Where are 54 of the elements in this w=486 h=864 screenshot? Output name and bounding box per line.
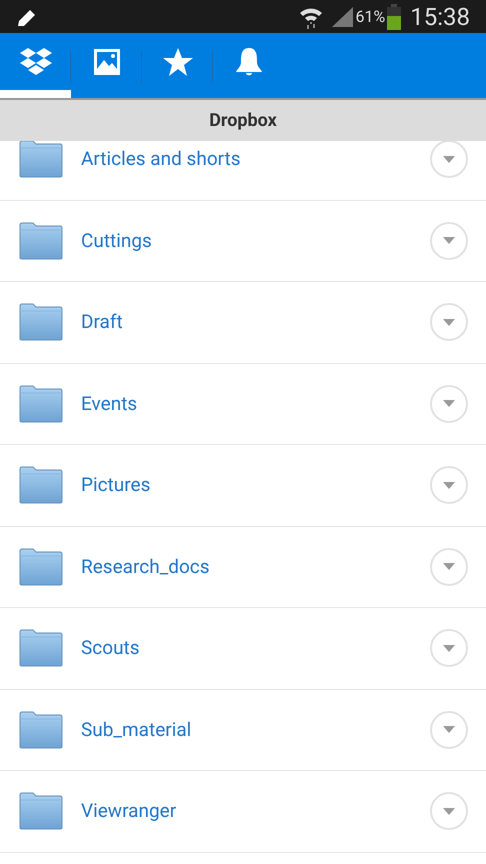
folder-icon (19, 629, 63, 668)
caret-icon (443, 482, 455, 489)
folder-row[interactable]: Pictures (0, 445, 486, 526)
expand-button[interactable] (430, 792, 468, 830)
folder-name: Events (81, 390, 138, 416)
folder-icon (19, 710, 63, 749)
expand-button[interactable] (430, 466, 468, 504)
star-icon (162, 48, 192, 76)
folder-row[interactable]: Draft (0, 282, 486, 364)
photo-icon (92, 48, 120, 76)
folder-icon (19, 466, 63, 504)
folder-icon (19, 141, 63, 178)
header-title: Dropbox (209, 109, 277, 133)
folder-name: Cuttings (81, 228, 153, 254)
signal-icon (332, 6, 354, 26)
folder-row[interactable]: Viewranger (0, 771, 486, 852)
folder-icon (19, 303, 63, 342)
folder-row[interactable]: Articles and shorts (0, 141, 486, 200)
clock: 15:38 (410, 2, 470, 32)
caret-icon (443, 156, 455, 163)
folder-name: Pictures (81, 472, 152, 498)
folder-name: Draft (81, 309, 124, 335)
folder-icon (19, 222, 63, 260)
caret-icon (443, 318, 455, 326)
expand-button[interactable] (430, 629, 468, 668)
folder-icon (19, 792, 63, 830)
expand-button[interactable] (430, 384, 468, 423)
folder-row[interactable]: Events (0, 364, 486, 445)
caret-icon (443, 644, 455, 652)
folder-name: Articles and shorts (81, 146, 242, 172)
folder-icon (19, 548, 63, 586)
folder-row[interactable]: Scouts (0, 608, 486, 690)
expand-button[interactable] (430, 303, 468, 342)
dropbox-logo-icon (20, 46, 52, 76)
folder-name: Viewranger (81, 798, 178, 824)
expand-button[interactable] (430, 141, 468, 178)
battery-icon (386, 4, 402, 30)
battery-percent: 61% (356, 6, 386, 28)
caret-icon (443, 237, 455, 244)
folder-row[interactable]: Cuttings (0, 200, 486, 282)
caret-icon (443, 400, 455, 408)
folder-name: Research_docs (81, 554, 211, 580)
folder-icon (19, 384, 63, 423)
expand-button[interactable] (430, 548, 468, 586)
folder-name: Scouts (81, 635, 141, 661)
expand-button[interactable] (430, 222, 468, 260)
folder-row[interactable]: Research_docs (0, 526, 486, 608)
caret-icon (443, 563, 455, 570)
caret-icon (443, 808, 455, 815)
expand-button[interactable] (430, 710, 468, 749)
caret-icon (443, 726, 455, 734)
bell-icon (234, 46, 262, 76)
folder-row[interactable]: Sub_material (0, 690, 486, 771)
folder-name: Sub_material (81, 716, 192, 742)
